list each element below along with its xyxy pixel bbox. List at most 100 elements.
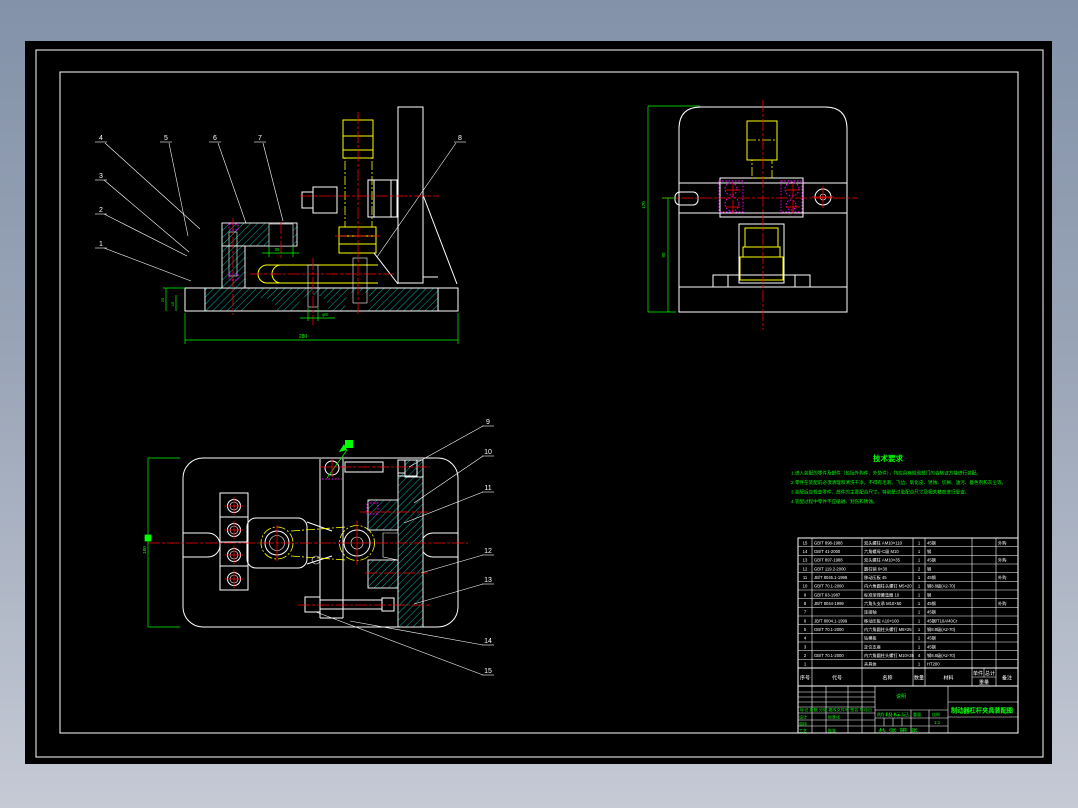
bom-header-weight: 重量 [979, 679, 989, 686]
bom-cell: 45钢 [927, 557, 936, 564]
bom-cell: GB/T 70.1-2000 [814, 627, 844, 632]
note-cell: 说明 [896, 693, 906, 700]
bom-header-code: 代号 [832, 675, 842, 682]
callout-14: 14 [484, 638, 492, 645]
tech-line-1: 1.进入装配的零件及部件（包括外购件、外协件），均应具有检验部门的合格证方能进行… [791, 470, 981, 477]
scale-label: 比例 [932, 711, 940, 717]
bom-cell: 14 [803, 549, 808, 554]
bom-cell: 12 [803, 566, 808, 571]
bom-cell: JB/T 8044-1999 [814, 601, 844, 606]
bom-cell: 钢 [927, 591, 931, 598]
bom-cell: 45钢 [927, 643, 936, 650]
bom-cell: 钢8.8级(A2-70) [927, 626, 956, 633]
bom-cell: GB/T 93-1987 [814, 592, 841, 597]
callout-12: 12 [484, 548, 492, 555]
bom-cell: JB/T 8004.1-1999 [814, 618, 848, 623]
bom-cell: 标准型弹簧垫圈 10 [864, 591, 900, 598]
callout-7: 7 [258, 135, 262, 142]
bom-cell: 定位支座 [864, 643, 881, 650]
drawing-title: 制动器杠杆夹具装配图 [951, 706, 1013, 715]
dim-overall-width: 280 [299, 334, 308, 340]
bom-cell: GB/T 898-1988 [814, 540, 843, 545]
tech-line-4: 4.装配过程中零件不应磕碰、划伤和锈蚀。 [791, 498, 878, 505]
bom-header-name: 名称 [882, 675, 892, 682]
cad-viewport: 4 5 6 7 8 3 2 1 280 φ8 35 25 15 170 90 1… [0, 0, 1078, 808]
callout-2: 2 [99, 207, 103, 214]
bom-cell: 内六角圆柱头螺钉 M10×35 [864, 652, 915, 659]
bom-cell: 内六角圆柱头螺钉 M8×25 [864, 626, 912, 633]
bom-cell: GB/T 119.2-2000 [814, 566, 846, 571]
bom-cell: 钻模板 [864, 635, 877, 642]
bom-cell: 移动压板 45 [864, 574, 887, 581]
bom-cell: 外购 [998, 600, 1006, 607]
bom-cell: 45钢 [927, 609, 936, 616]
bom-cell: 45钢 [927, 539, 936, 546]
bom-cell: 六角螺母-C级 M10 [864, 548, 899, 555]
bom-cell: 15 [803, 540, 808, 545]
bom-cell: 钢8.8级(A2-70) [927, 583, 956, 590]
callout-10: 10 [484, 449, 492, 456]
process-label: 工艺 [799, 728, 807, 733]
designer-label: 设计 [799, 714, 807, 720]
dim-front-height: 170 [641, 201, 646, 209]
callout-6: 6 [213, 135, 217, 142]
bom-cell: 双头螺柱 AM10×35 [864, 557, 901, 564]
callout-11: 11 [484, 485, 491, 492]
bom-cell: 夹具体 [864, 661, 877, 668]
callout-4: 4 [99, 135, 103, 142]
bom-cell: 钢8.8级(A2-70) [927, 652, 956, 659]
bom-cell: 45钢/T10A/40Cr [927, 617, 958, 624]
bom-header-qty: 数量 [914, 675, 924, 682]
weight-label: 重量 [913, 711, 921, 717]
bom-cell: 圆柱销 6×30 [864, 565, 888, 572]
callout-3: 3 [99, 173, 103, 180]
dim-base-height: 25 [160, 297, 165, 302]
drawing-canvas: 4 5 6 7 8 3 2 1 280 φ8 35 25 15 170 90 1… [25, 41, 1052, 764]
bom-header-remark: 备注 [1002, 675, 1012, 682]
bom-cell: 45钢 [927, 574, 936, 581]
callout-13: 13 [484, 577, 492, 584]
tech-line-3: 3.装配后应检查零件、部件的主要配合尺寸，特别是过盈配合尺寸及相关精度进行复查。 [791, 489, 969, 496]
revision-row-labels: 标记 处数 分区 更改文件号 签名 年月日 [800, 707, 872, 712]
dim-plan-width: 180 [142, 546, 147, 554]
bom-cell: 45钢 [927, 635, 936, 642]
bom-cell: 外购 [998, 557, 1006, 564]
bom-cell: GB/T 897-1988 [814, 558, 843, 563]
sheet-count: 共 张 第 张 [878, 727, 918, 733]
bom-cell: GB/T 70.1-2000 [814, 584, 844, 589]
bom-cell: JB/T 8045.1-1999 [814, 575, 848, 580]
bom-cell: 钢 [927, 565, 931, 572]
bom-cell: 双头螺柱 AM10×110 [864, 539, 903, 546]
bom-cell: 钢 [927, 548, 931, 555]
bom-cell: 内六角圆柱头螺钉 M5×20 [864, 583, 912, 590]
bom-cell: 移动压板 A10×100 [864, 617, 899, 624]
checker-label: 审核 [799, 721, 807, 727]
callout-15: 15 [484, 668, 492, 675]
tech-line-2: 2.零件在装配前必须清理和清洗干净，不得有毛刺、飞边、氧化皮、锈蚀、切屑、油污、… [791, 479, 1006, 486]
bom-cell: 45钢 [927, 600, 936, 607]
bom-cell: 六角头支承 M10×50 [864, 600, 902, 607]
bom-cell: 外购 [998, 574, 1006, 581]
scale-value: 1:1 [934, 720, 941, 725]
approver-label: 批准 [828, 727, 836, 733]
bom-header-unit: 单件 [973, 670, 983, 677]
bom-cell: 10 [803, 584, 808, 589]
bom-cell: 11 [803, 575, 808, 580]
dim-front-mid: 90 [661, 252, 666, 258]
standardization-label: 标准化 [828, 714, 840, 720]
bom-cell: 外购 [998, 539, 1006, 546]
callout-1: 1 [99, 241, 103, 248]
bom-header-no: 序号 [800, 675, 810, 682]
dim-step-height: 15 [170, 301, 175, 306]
bom-cell: GB/T 41-2000 [814, 549, 841, 554]
bom-cell: 13 [803, 558, 808, 563]
dim-pin: φ8 [322, 312, 328, 317]
bom-header-material: 材料 [943, 675, 953, 682]
tech-requirements-title: 技术要求 [873, 453, 903, 463]
bom-cell: HT200 [927, 662, 940, 667]
stage-mark-label: 阶段标记 [877, 711, 909, 717]
callout-5: 5 [164, 135, 168, 142]
callout-9: 9 [486, 419, 490, 426]
callout-8: 8 [458, 135, 462, 142]
bom-header-total: 总计 [985, 670, 995, 677]
